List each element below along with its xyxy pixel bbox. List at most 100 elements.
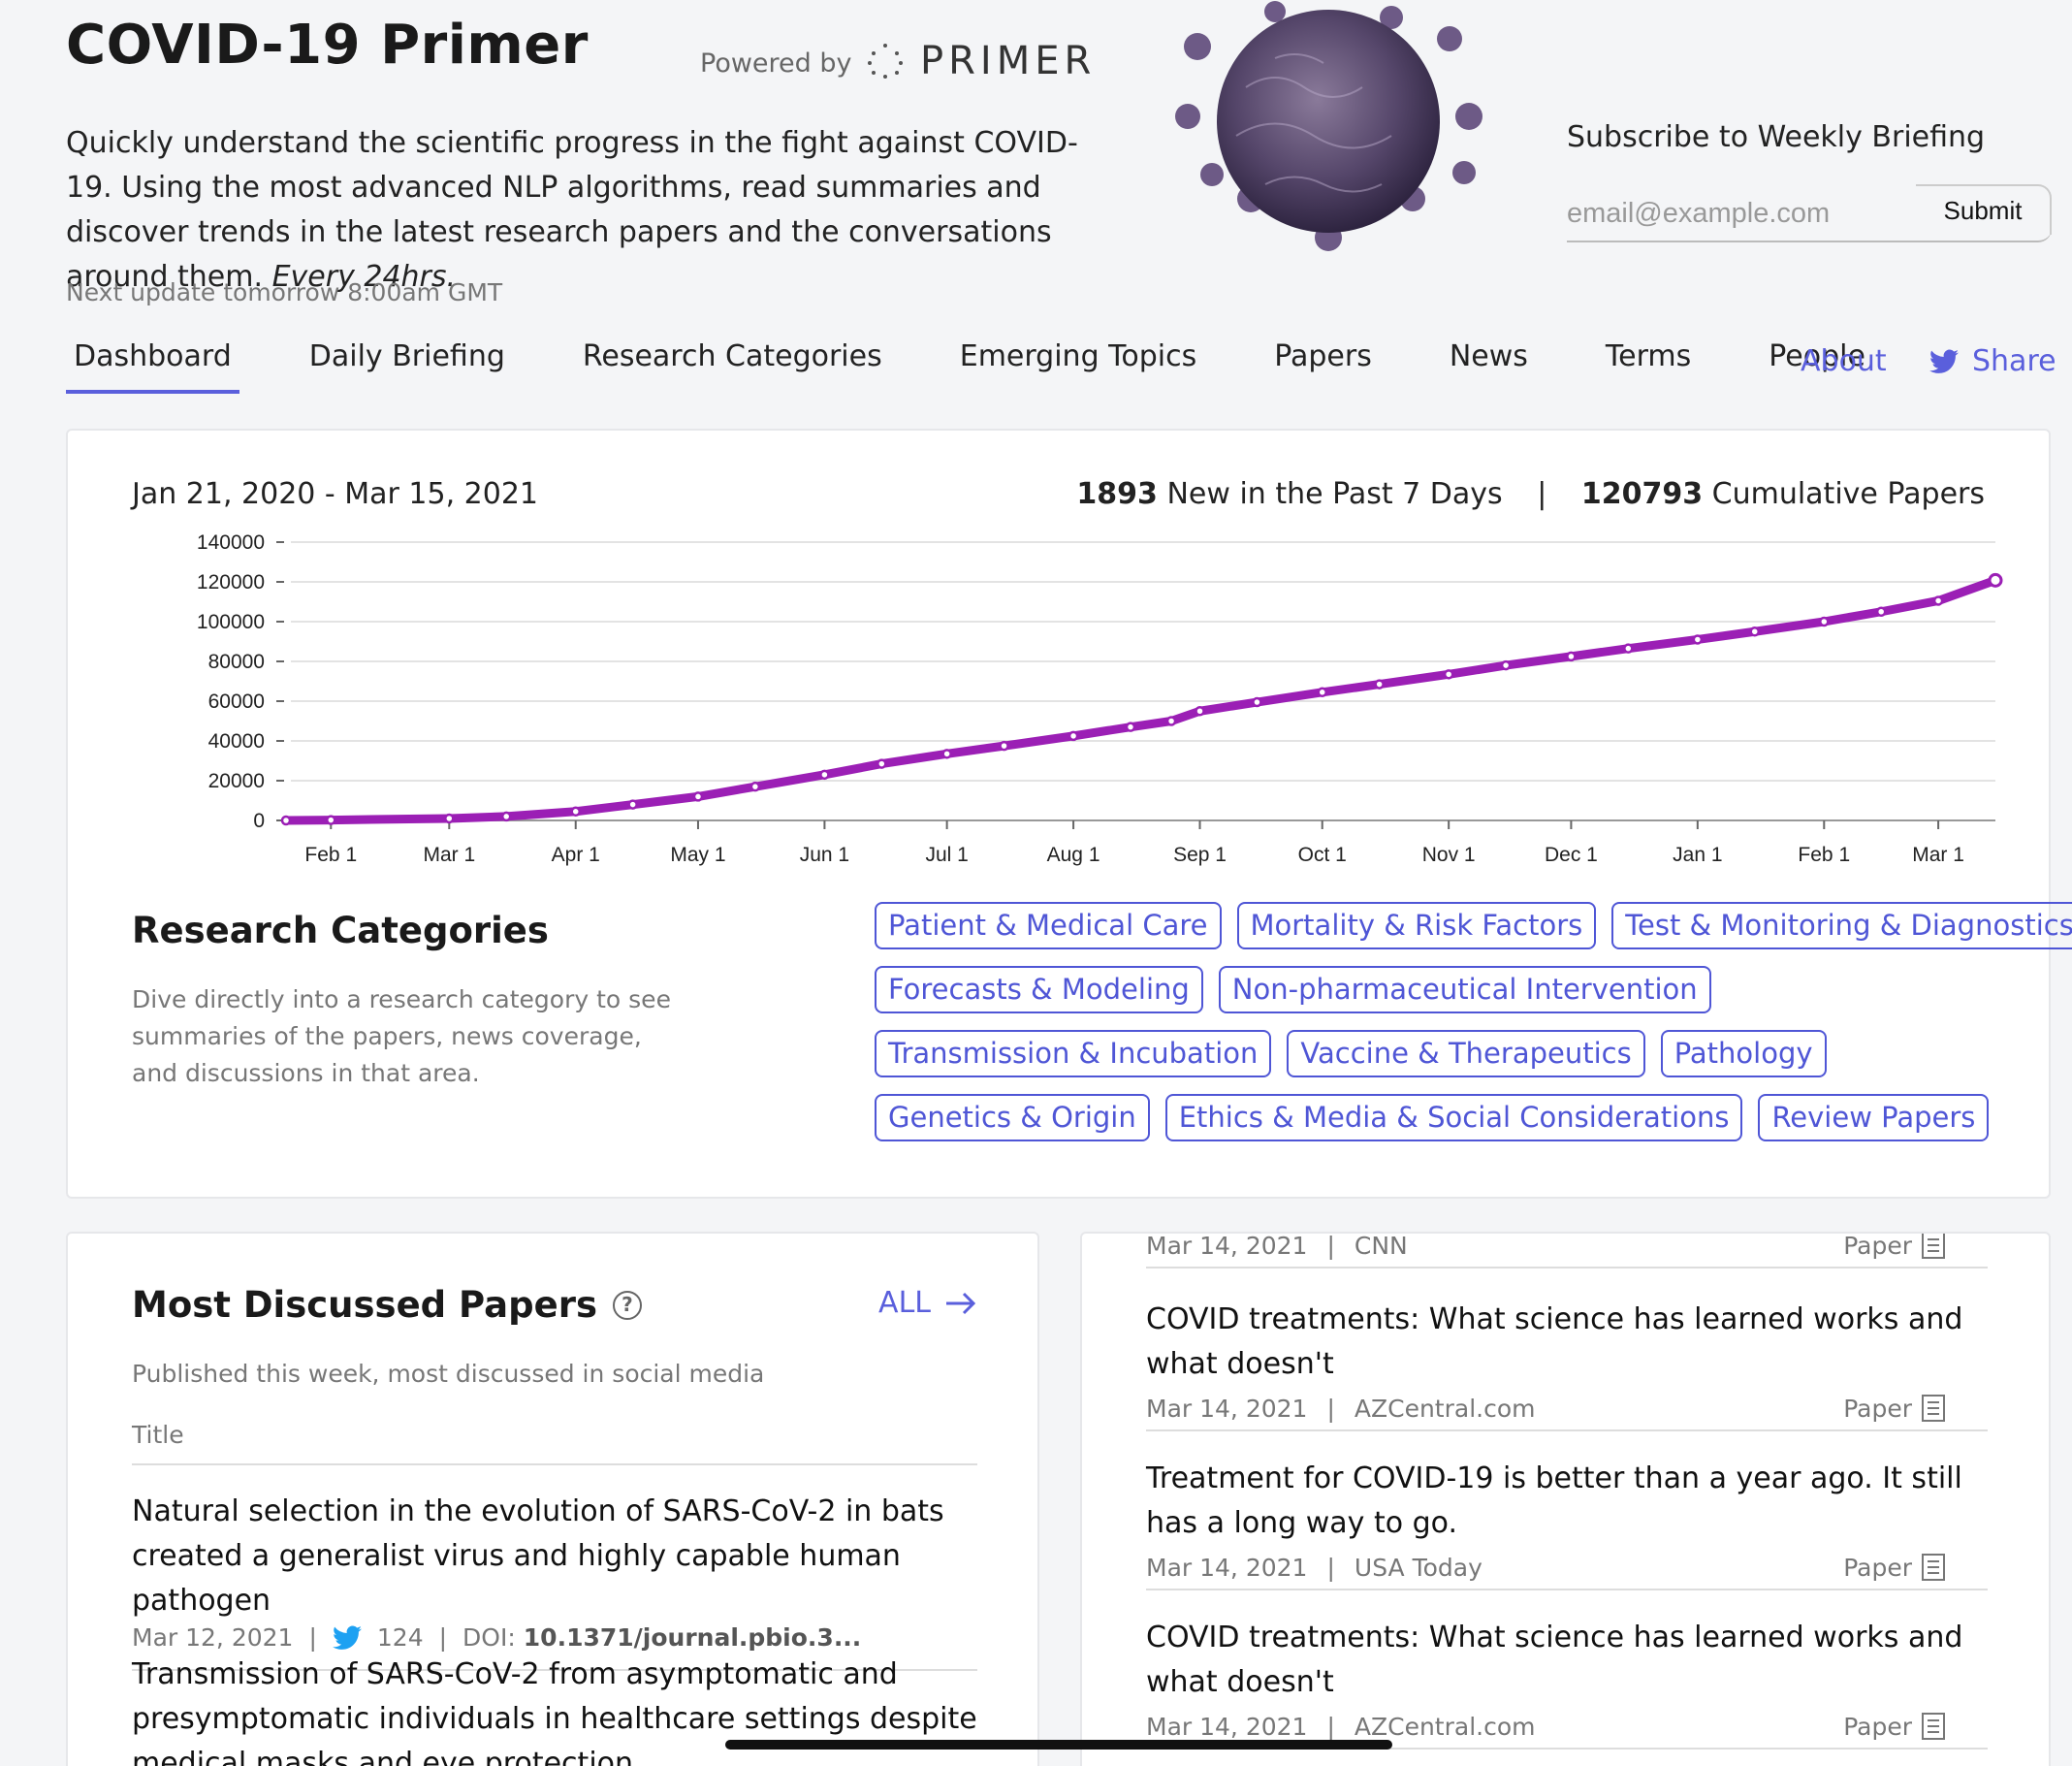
x-tick-label: Nov 1 [1422, 844, 1476, 866]
arrow-right-icon [946, 1292, 976, 1314]
data-point [1195, 706, 1205, 717]
tag-non-pharmaceutical-intervention[interactable]: Non-pharmaceutical Intervention [1218, 966, 1711, 1013]
tab-daily-briefing[interactable]: Daily Briefing [302, 339, 513, 394]
news-title[interactable]: Treatment for COVID-19 is better than a … [1146, 1457, 1988, 1546]
tag-review-papers[interactable]: Review Papers [1758, 1094, 1990, 1141]
date-range: Jan 21, 2020 - Mar 15, 2021 [132, 477, 539, 511]
paper-row[interactable]: Natural selection in the evolution of SA… [132, 1490, 977, 1671]
data-point [749, 781, 761, 792]
all-label: ALL [878, 1286, 931, 1320]
tag-pathology[interactable]: Pathology [1660, 1030, 1827, 1077]
x-tick-label: Oct 1 [1298, 844, 1347, 866]
news-source: AZCentral.com [1354, 1394, 1536, 1423]
twitter-icon [332, 1624, 362, 1650]
data-point [1875, 606, 1887, 617]
data-point [877, 758, 887, 769]
intro-text: Quickly understand the scientific progre… [66, 121, 1113, 300]
tab-papers[interactable]: Papers [1266, 339, 1380, 394]
x-tick-label: Jun 1 [800, 844, 849, 866]
news-item[interactable]: Mar 14, 2021 | CNN Paper [1146, 1234, 1988, 1268]
doi-value[interactable]: 10.1371/journal.pbio.3... [524, 1623, 862, 1652]
tag-vaccine-therapeutics[interactable]: Vaccine & Therapeutics [1287, 1030, 1645, 1077]
all-papers-link[interactable]: ALL [878, 1286, 977, 1320]
news-source: USA Today [1354, 1553, 1482, 1582]
home-indicator [725, 1740, 1392, 1750]
powered-by-label: Powered by [700, 48, 852, 79]
document-icon [1922, 1554, 1945, 1581]
main-nav: Dashboard Daily Briefing Research Catego… [66, 339, 1935, 398]
data-point [280, 815, 292, 826]
paper-title[interactable]: Natural selection in the evolution of SA… [132, 1490, 977, 1623]
news-title[interactable]: COVID treatments: What science has learn… [1146, 1298, 1988, 1387]
tab-dashboard[interactable]: Dashboard [66, 339, 239, 394]
new-count: 1893 [1076, 477, 1158, 511]
x-tick-label: May 1 [670, 844, 725, 866]
meta-separator: | [308, 1623, 317, 1652]
paper-meta: Mar 12, 2021 | 124 | DOI: 10.1371/journa… [132, 1623, 977, 1652]
tag-test-monitoring-diagnostics[interactable]: Test & Monitoring & Diagnostics [1611, 902, 2072, 949]
papers-line-chart[interactable]: 0 20000 40000 60000 80000 100000 120000 140000 F… [107, 523, 2007, 872]
share-label: Share [1972, 344, 2056, 378]
most-discussed-heading: Most Discussed Papers [132, 1284, 597, 1326]
x-tick-label: Dec 1 [1545, 844, 1598, 866]
tag-genetics-origin[interactable]: Genetics & Origin [875, 1094, 1150, 1141]
paper-tag[interactable]: Paper [1843, 1234, 1945, 1260]
tag-row: Forecasts & Modeling Non-pharmaceutical … [875, 966, 1999, 1013]
paper-tag[interactable]: Paper [1843, 1554, 1945, 1582]
data-point [1252, 696, 1262, 708]
primer-logo[interactable]: PRIMER [868, 39, 1096, 83]
tag-row: Patient & Medical Care Mortality & Risk … [875, 902, 2072, 949]
most-discussed-subtitle: Published this week, most discussed in s… [132, 1360, 765, 1388]
primer-dots-icon [868, 44, 903, 79]
tag-patient-medical-care[interactable]: Patient & Medical Care [875, 902, 1222, 949]
data-point [1374, 679, 1385, 690]
data-point [500, 811, 512, 822]
news-item[interactable]: COVID treatments: What science has learn… [1146, 1616, 1988, 1750]
news-date: Mar 14, 2021 [1146, 1553, 1308, 1582]
data-point [1819, 616, 1830, 627]
document-icon [1922, 1713, 1945, 1740]
news-item[interactable]: COVID treatments: What science has learn… [1146, 1298, 1988, 1431]
research-categories-description: Dive directly into a research category t… [132, 985, 671, 1087]
news-source: AZCentral.com [1354, 1712, 1536, 1741]
next-update-text: Next update tomorrow 8:00am GMT [66, 278, 503, 306]
data-point [1500, 659, 1512, 671]
data-point [326, 815, 336, 825]
about-link[interactable]: About [1801, 344, 1887, 378]
tab-news[interactable]: News [1442, 339, 1536, 394]
stats-separator: | [1537, 477, 1547, 511]
tag-row: Genetics & Origin Ethics & Media & Socia… [875, 1094, 1999, 1141]
submit-button[interactable]: Submit [1916, 184, 2052, 235]
document-icon [1922, 1395, 1945, 1422]
paper-tag[interactable]: Paper [1843, 1713, 1945, 1741]
tab-research-categories[interactable]: Research Categories [575, 339, 890, 394]
news-title[interactable]: COVID treatments: What science has learn… [1146, 1616, 1988, 1705]
y-tick-label: 20000 [208, 770, 265, 792]
tag-transmission-incubation[interactable]: Transmission & Incubation [875, 1030, 1272, 1077]
tag-ethics-media-social[interactable]: Ethics & Media & Social Considerations [1164, 1094, 1743, 1141]
news-item[interactable]: Treatment for COVID-19 is better than a … [1146, 1457, 1988, 1590]
tab-emerging-topics[interactable]: Emerging Topics [952, 339, 1205, 394]
x-tick-label: Mar 1 [423, 844, 475, 866]
dashboard-card: Jan 21, 2020 - Mar 15, 2021 1893 New in … [66, 429, 2072, 1199]
paper-tag-label: Paper [1843, 1712, 1912, 1741]
data-point [819, 769, 830, 781]
email-input[interactable] [1567, 194, 1916, 233]
x-tick-label: Jul 1 [925, 844, 968, 866]
research-categories-title: Research Categories [132, 910, 549, 951]
tag-forecasts-modeling[interactable]: Forecasts & Modeling [875, 966, 1203, 1013]
column-header-title: Title [132, 1421, 977, 1465]
meta-separator: | [1326, 1712, 1335, 1741]
tag-mortality-risk-factors[interactable]: Mortality & Risk Factors [1236, 902, 1597, 949]
most-discussed-card: Most Discussed Papers ? ALL Published th… [66, 1232, 1039, 1766]
share-link[interactable]: Share [1929, 344, 2056, 378]
intro-body: Quickly understand the scientific progre… [66, 126, 1078, 294]
subscribe-label: Subscribe to Weekly Briefing [1567, 120, 1986, 154]
tab-terms[interactable]: Terms [1598, 339, 1699, 394]
paper-tag[interactable]: Paper [1843, 1395, 1945, 1423]
data-point [941, 749, 952, 759]
cumulative-label: Cumulative Papers [1711, 477, 1985, 511]
data-point [1165, 716, 1177, 726]
document-icon [1922, 1234, 1945, 1259]
help-icon[interactable]: ? [612, 1290, 642, 1320]
